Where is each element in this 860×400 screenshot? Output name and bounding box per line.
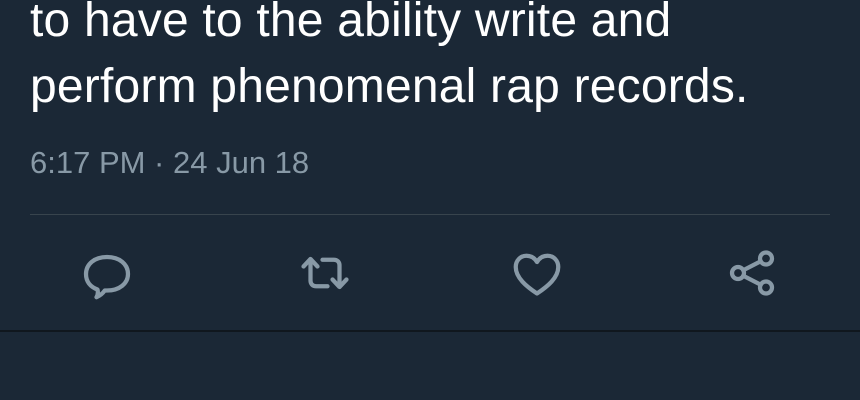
like-button[interactable]	[507, 243, 567, 303]
tweet-text: to have to the ability write and perform…	[30, 0, 850, 120]
heart-icon	[513, 253, 561, 296]
reply-icon	[83, 254, 131, 300]
reply-button[interactable]	[77, 243, 137, 303]
share-icon	[729, 250, 775, 296]
retweet-button[interactable]	[295, 243, 355, 303]
tweet-timestamp[interactable]: 6:17 PM · 24 Jun 18	[30, 144, 309, 182]
tweet-text-line: perform phenomenal rap records.	[30, 60, 749, 113]
next-item-area	[0, 332, 860, 400]
share-button[interactable]	[722, 243, 782, 303]
tweet-detail: to have to the ability write and perform…	[0, 0, 860, 330]
retweet-icon	[301, 256, 349, 290]
divider	[30, 214, 830, 215]
tweet-text-line: to have to the ability write and	[30, 0, 672, 47]
tweet-actions	[0, 240, 860, 310]
